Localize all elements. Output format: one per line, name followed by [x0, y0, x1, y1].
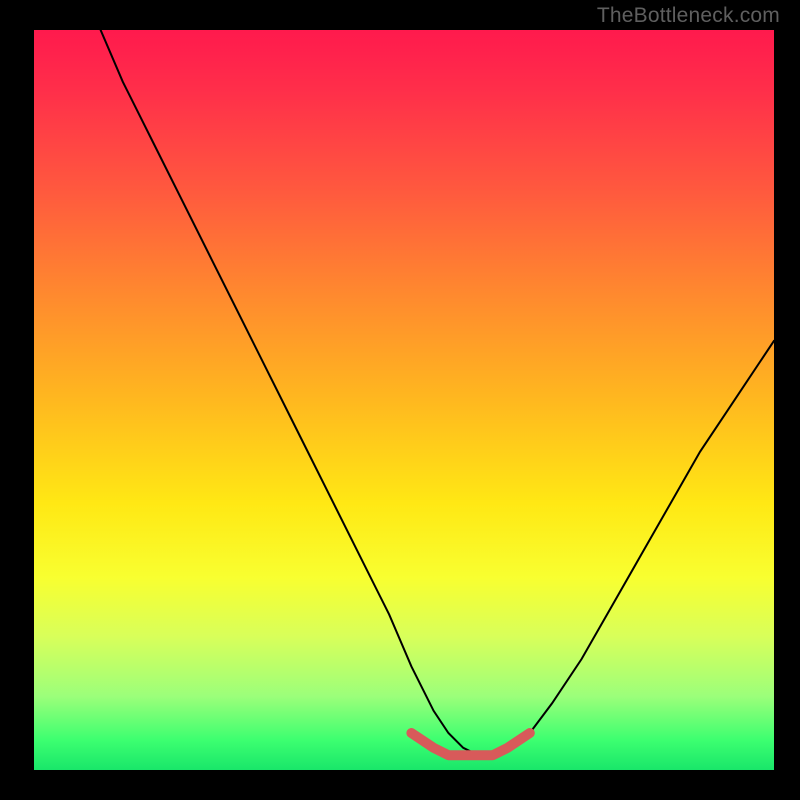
chart-frame: TheBottleneck.com	[0, 0, 800, 800]
curve-layer	[34, 30, 774, 770]
plot-area	[34, 30, 774, 770]
optimal-zone-line	[411, 733, 529, 755]
watermark-text: TheBottleneck.com	[597, 4, 780, 28]
bottleneck-curve-line	[101, 30, 774, 755]
